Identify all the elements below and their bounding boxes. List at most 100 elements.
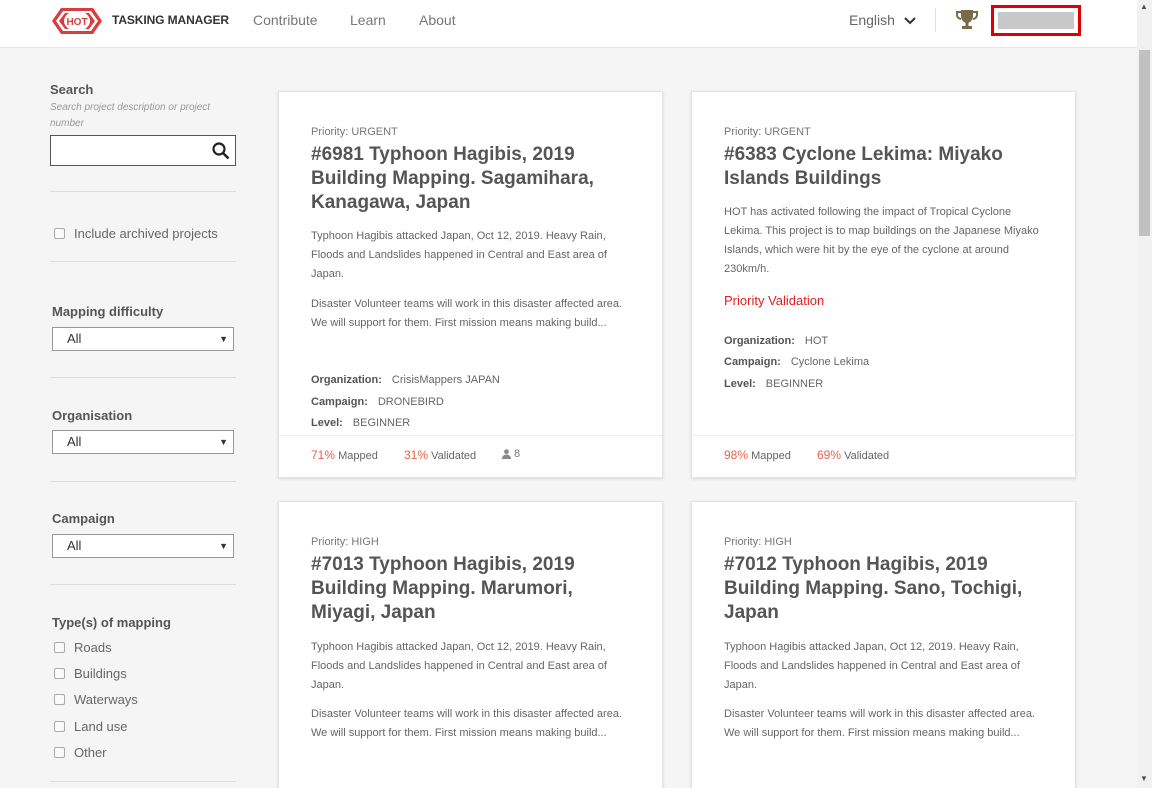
campaign-value: All xyxy=(67,538,82,553)
mapped-label: Mapped xyxy=(338,450,378,462)
campaign-select[interactable]: All ▼ xyxy=(52,534,234,558)
type-label: Roads xyxy=(74,640,112,655)
type-label: Other xyxy=(74,745,107,760)
page-scrollbar[interactable]: ▲ ▼ xyxy=(1137,0,1152,788)
level-row: Level: BEGINNER xyxy=(311,417,410,429)
type-label: Buildings xyxy=(74,666,127,681)
nav-contribute[interactable]: Contribute xyxy=(253,12,318,28)
nav-learn[interactable]: Learn xyxy=(350,12,386,28)
hot-logo-icon[interactable]: HOT xyxy=(52,4,102,38)
validated-stat: 69% Validated xyxy=(817,448,889,462)
divider xyxy=(50,781,236,782)
campaign-label: Campaign: xyxy=(724,356,781,368)
brand-name[interactable]: TASKING MANAGER xyxy=(112,13,229,27)
level-value: BEGINNER xyxy=(352,417,411,429)
caret-down-icon: ▼ xyxy=(219,334,228,344)
type-label: Land use xyxy=(74,719,128,734)
include-archived-checkbox[interactable]: Include archived projects xyxy=(54,226,218,241)
card-footer: 71% Mapped 31% Validated 8 xyxy=(279,435,662,477)
project-description: Typhoon Hagibis attacked Japan, Oct 12, … xyxy=(724,641,1020,691)
checkbox-box[interactable] xyxy=(54,747,65,758)
level-label: Level: xyxy=(724,378,756,390)
divider xyxy=(50,261,236,262)
checkbox-box[interactable] xyxy=(54,228,65,239)
mapped-label: Mapped xyxy=(751,450,791,462)
campaign-label: Campaign: xyxy=(311,396,368,408)
trophy-icon[interactable] xyxy=(955,8,979,32)
top-navbar: HOT TASKING MANAGER Contribute Learn Abo… xyxy=(0,0,1137,48)
type-roads-checkbox[interactable]: Roads xyxy=(54,640,112,655)
scroll-up-arrow-icon[interactable]: ▲ xyxy=(1140,2,1148,11)
campaign-value: Cyclone Lekima xyxy=(790,356,870,368)
mapping-difficulty-select[interactable]: All ▼ xyxy=(52,327,234,351)
priority-label: Priority: URGENT xyxy=(724,126,811,138)
level-row: Level: BEGINNER xyxy=(724,378,823,390)
user-avatar-placeholder xyxy=(998,12,1074,29)
project-description: Typhoon Hagibis attacked Japan, Oct 12, … xyxy=(311,230,607,280)
validated-stat: 31% Validated xyxy=(404,448,476,462)
user-menu-button[interactable] xyxy=(991,5,1081,36)
type-other-checkbox[interactable]: Other xyxy=(54,745,107,760)
divider xyxy=(50,584,236,585)
project-description-2: Disaster Volunteer teams will work in th… xyxy=(311,708,622,739)
campaign-value: DRONEBIRD xyxy=(377,396,444,408)
organization-row: Organization: CrisisMappers JAPAN xyxy=(311,374,500,386)
campaign-row: Campaign: DRONEBIRD xyxy=(311,396,444,408)
mapped-percent: 98% xyxy=(724,448,749,462)
project-card-6383[interactable]: Priority: URGENT #6383 Cyclone Lekima: M… xyxy=(691,91,1076,478)
type-land-use-checkbox[interactable]: Land use xyxy=(54,719,128,734)
priority-label: Priority: HIGH xyxy=(724,536,792,548)
organisation-value: All xyxy=(67,434,82,449)
language-selector[interactable]: English xyxy=(849,12,916,28)
type-waterways-checkbox[interactable]: Waterways xyxy=(54,692,138,707)
chevron-down-icon xyxy=(904,16,916,24)
project-title[interactable]: #7013 Typhoon Hagibis, 2019 Building Map… xyxy=(311,553,641,625)
search-label: Search xyxy=(50,82,94,97)
language-label: English xyxy=(849,12,895,28)
checkbox-box[interactable] xyxy=(54,668,65,679)
organization-label: Organization: xyxy=(311,374,382,386)
header-divider xyxy=(935,8,936,32)
project-description: Typhoon Hagibis attacked Japan, Oct 12, … xyxy=(311,641,607,691)
search-input[interactable] xyxy=(51,136,201,165)
validated-label: Validated xyxy=(844,450,890,462)
divider xyxy=(50,191,236,192)
scroll-down-arrow-icon[interactable]: ▼ xyxy=(1140,774,1148,783)
nav-about[interactable]: About xyxy=(419,12,456,28)
checkbox-box[interactable] xyxy=(54,694,65,705)
priority-validation-tag: Priority Validation xyxy=(724,293,825,308)
organisation-select[interactable]: All ▼ xyxy=(52,430,234,454)
mapped-percent: 71% xyxy=(311,448,336,462)
level-value: BEGINNER xyxy=(765,378,824,390)
project-card-6981[interactable]: Priority: URGENT #6981 Typhoon Hagibis, … xyxy=(278,91,663,478)
checkbox-box[interactable] xyxy=(54,642,65,653)
priority-label: Priority: HIGH xyxy=(311,536,379,548)
checkbox-box[interactable] xyxy=(54,721,65,732)
type-buildings-checkbox[interactable]: Buildings xyxy=(54,666,127,681)
card-footer: 98% Mapped 69% Validated xyxy=(692,435,1075,477)
scroll-thumb[interactable] xyxy=(1139,50,1150,236)
search-icon[interactable] xyxy=(212,142,230,160)
caret-down-icon: ▼ xyxy=(219,437,228,447)
mapped-stat: 71% Mapped xyxy=(311,448,378,462)
project-title[interactable]: #6383 Cyclone Lekima: Miyako Islands Bui… xyxy=(724,143,1054,191)
project-title[interactable]: #7012 Typhoon Hagibis, 2019 Building Map… xyxy=(724,553,1054,625)
project-title[interactable]: #6981 Typhoon Hagibis, 2019 Building Map… xyxy=(311,143,641,215)
organization-row: Organization: HOT xyxy=(724,335,828,347)
organization-label: Organization: xyxy=(724,335,795,347)
user-icon xyxy=(502,449,511,459)
project-card-7013[interactable]: Priority: HIGH #7013 Typhoon Hagibis, 20… xyxy=(278,501,663,788)
search-field[interactable] xyxy=(50,135,236,166)
include-archived-label: Include archived projects xyxy=(74,226,218,241)
caret-down-icon: ▼ xyxy=(219,541,228,551)
mapping-difficulty-value: All xyxy=(67,331,82,346)
organisation-label: Organisation xyxy=(52,408,133,423)
search-hint: Search project description or project nu… xyxy=(50,102,211,129)
validated-label: Validated xyxy=(431,450,477,462)
contributors-count: 8 xyxy=(502,448,520,460)
project-card-7012[interactable]: Priority: HIGH #7012 Typhoon Hagibis, 20… xyxy=(691,501,1076,788)
mapping-types-label: Type(s) of mapping xyxy=(52,615,171,630)
campaign-row: Campaign: Cyclone Lekima xyxy=(724,356,869,368)
project-description-2: Disaster Volunteer teams will work in th… xyxy=(724,708,1035,739)
validated-percent: 31% xyxy=(404,448,429,462)
